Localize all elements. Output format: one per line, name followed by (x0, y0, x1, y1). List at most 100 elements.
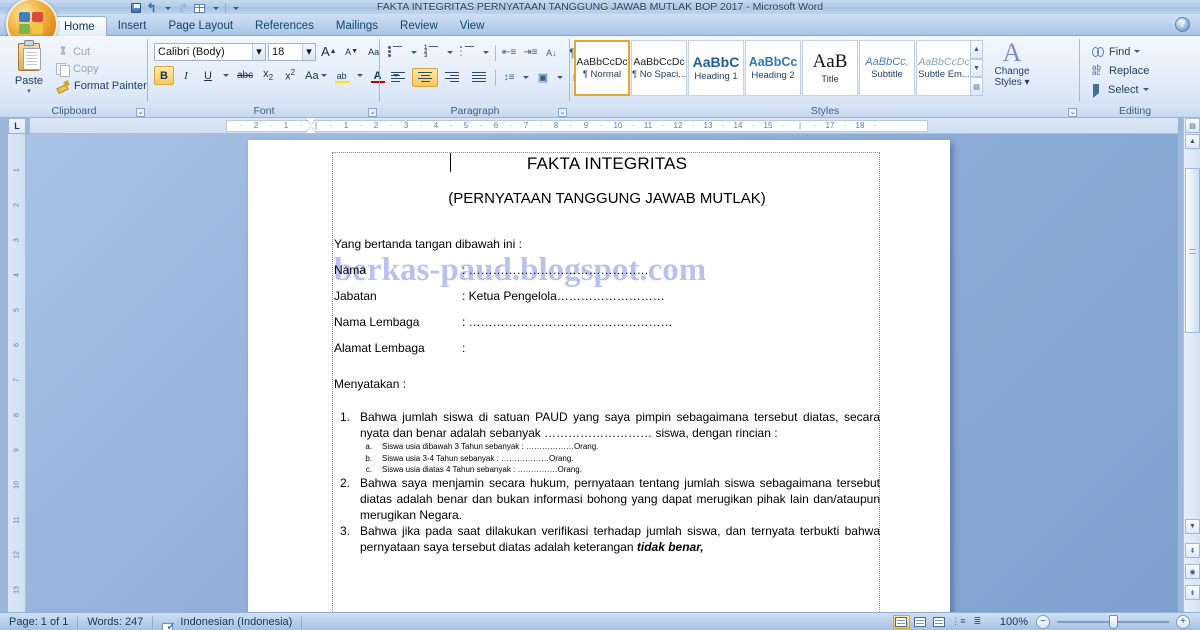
styles-scroll-up-button[interactable]: ▲ (970, 40, 983, 59)
redo-button[interactable]: ↱ (176, 1, 191, 15)
font-dialog-launcher[interactable]: ⌄ (368, 108, 377, 117)
document-body[interactable]: FAKTA INTEGRITAS (PERNYATAAN TANGGUNG JA… (334, 153, 880, 556)
previous-page-button[interactable]: ⇞ (1185, 543, 1200, 558)
paragraph-dialog-launcher[interactable]: ⌄ (558, 108, 567, 117)
undo-button[interactable]: ↰ (144, 1, 159, 15)
justify-button[interactable] (466, 68, 492, 87)
line-spacing-dropdown[interactable] (520, 68, 532, 87)
first-line-indent-marker[interactable] (306, 118, 316, 124)
save-button[interactable] (128, 1, 143, 15)
document-page[interactable]: berkas-paud.blogspot.com FAKTA INTEGRITA… (248, 140, 950, 612)
select-browse-object-button[interactable]: ◉ (1185, 564, 1200, 579)
underline-button[interactable]: U (198, 66, 218, 85)
font-size-combo[interactable]: 18 ▾ (268, 42, 316, 61)
font-family-combo[interactable]: Calibri (Body) ▾ (154, 42, 266, 61)
change-case-button[interactable]: Aa (302, 66, 329, 85)
superscript-button[interactable]: x2 (280, 66, 300, 85)
page-indicator[interactable]: Page: 1 of 1 (0, 616, 77, 628)
zoom-in-button[interactable]: + (1176, 614, 1190, 629)
find-button[interactable]: Find (1088, 42, 1149, 61)
styles-more-button[interactable]: ▤ (970, 77, 983, 97)
line-spacing-button[interactable]: ↕≡ (499, 68, 519, 87)
subscript-button[interactable]: x2 (258, 66, 278, 85)
tab-home[interactable]: Home (52, 16, 107, 37)
view-web-layout-button[interactable] (931, 615, 948, 629)
format-painter-button[interactable]: Format Painter (54, 77, 147, 94)
word-count[interactable]: Words: 247 (78, 616, 152, 628)
shrink-font-button[interactable]: A ▼ (342, 42, 362, 61)
bold-button[interactable]: B (154, 66, 174, 85)
style-subtitle[interactable]: AaBbCc. Subtitle (859, 40, 915, 96)
text-highlight-button[interactable]: ab (332, 66, 352, 85)
tab-review[interactable]: Review (389, 17, 449, 36)
styles-dialog-launcher[interactable]: ⌄ (1068, 108, 1077, 117)
next-page-button[interactable]: ⇟ (1185, 585, 1200, 600)
align-left-button[interactable] (385, 68, 411, 87)
style-subtle-emphasis[interactable]: AaBbCcDc Subtle Em... (916, 40, 972, 96)
document-canvas[interactable]: berkas-paud.blogspot.com FAKTA INTEGRITA… (26, 134, 1178, 612)
hanging-indent-marker[interactable] (306, 127, 316, 133)
replace-button[interactable]: ab ac Replace (1088, 61, 1149, 80)
numbering-dropdown[interactable] (444, 43, 456, 62)
scroll-up-button[interactable]: ▲ (1185, 134, 1200, 149)
customize-qat-button[interactable] (228, 1, 243, 15)
zoom-level[interactable]: 100% (992, 616, 1036, 628)
table-dropdown[interactable] (208, 1, 223, 15)
styles-scroll-down-button[interactable]: ▼ (970, 58, 983, 78)
shading-button[interactable]: ▣ (533, 68, 553, 87)
help-button[interactable]: ? (1175, 17, 1190, 32)
underline-dropdown[interactable] (220, 66, 232, 85)
numbering-button[interactable]: 123 (421, 43, 443, 62)
shading-dropdown[interactable] (554, 68, 566, 87)
paste-dropdown-arrow[interactable]: ▾ (8, 87, 50, 95)
tab-view[interactable]: View (449, 17, 496, 36)
bullets-button[interactable] (385, 43, 407, 62)
italic-button[interactable]: I (176, 66, 196, 85)
multilevel-list-button[interactable]: • - - (457, 43, 479, 62)
vertical-ruler[interactable]: 123 456 789 10 11 12 13 (8, 134, 26, 612)
tab-references[interactable]: References (244, 17, 325, 36)
copy-button[interactable]: Copy (54, 60, 147, 77)
horizontal-ruler[interactable]: 21 123 456 789 10 11 12 13 14 15 17 18 · · · | ·… (30, 118, 1178, 134)
zoom-slider-thumb[interactable] (1109, 614, 1118, 629)
increase-indent-button[interactable]: ⇥≡ (520, 43, 540, 62)
field-row-nama-lembaga: Nama Lembaga : …………………………………………… (334, 315, 880, 329)
tab-mailings[interactable]: Mailings (325, 17, 389, 36)
view-full-screen-reading-button[interactable] (912, 615, 929, 629)
paste-button[interactable]: Paste ▾ (8, 40, 50, 98)
style-heading-2[interactable]: AaBbCc Heading 2 (745, 40, 801, 96)
style-no-spacing[interactable]: AaBbCcDc ¶ No Spaci... (631, 40, 687, 96)
scroll-down-button[interactable]: ▼ (1185, 519, 1200, 534)
change-styles-button[interactable]: A Change Styles ▾ (988, 40, 1036, 89)
scrollbar-thumb[interactable] (1185, 168, 1200, 333)
zoom-out-button[interactable]: − (1036, 614, 1050, 629)
multilevel-dropdown[interactable] (480, 43, 492, 62)
bullets-dropdown[interactable] (408, 43, 420, 62)
style-normal[interactable]: AaBbCcDc ¶ Normal (574, 40, 630, 96)
view-outline-button[interactable]: ⋮≡ (950, 615, 967, 629)
view-draft-button[interactable]: ≣ (969, 615, 986, 629)
tab-selector-button[interactable]: L (8, 118, 26, 134)
strikethrough-button[interactable]: abc (234, 66, 256, 85)
align-right-button[interactable] (439, 68, 465, 87)
grow-font-button[interactable]: A ▲ (318, 42, 340, 61)
view-print-layout-button[interactable] (892, 614, 910, 629)
style-heading-1[interactable]: AaBbC Heading 1 (688, 40, 744, 96)
language-indicator[interactable]: Indonesian (Indonesia) (171, 616, 301, 628)
scroll-split-button[interactable]: ▤ (1185, 118, 1200, 133)
tab-insert[interactable]: Insert (107, 17, 158, 36)
decrease-indent-button[interactable]: ⇤≡ (499, 43, 519, 62)
align-center-button[interactable] (412, 68, 438, 87)
tab-page-layout[interactable]: Page Layout (157, 17, 244, 36)
sort-button[interactable]: A↓ (541, 43, 561, 62)
undo-dropdown[interactable] (160, 1, 175, 15)
style-title[interactable]: AaB Title (802, 40, 858, 96)
vertical-scrollbar[interactable]: ▤ ▲ ▼ ⇞ ◉ ⇟ (1183, 118, 1200, 612)
cut-button[interactable]: Cut (54, 43, 147, 60)
styles-gallery-scrollbar[interactable]: ▲ ▼ ▤ (970, 40, 983, 97)
clipboard-dialog-launcher[interactable]: ⌄ (136, 108, 145, 117)
highlight-dropdown[interactable] (354, 66, 366, 85)
zoom-slider[interactable] (1057, 614, 1169, 629)
select-button[interactable]: Select (1088, 80, 1149, 99)
table-button[interactable] (192, 1, 207, 15)
